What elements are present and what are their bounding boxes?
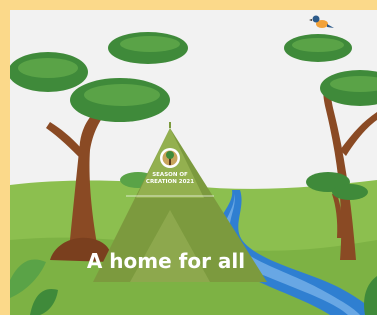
badge-line2: CREATION 2021 — [146, 179, 194, 185]
season-of-creation-illustration: SEASON OF CREATION 2021 A home for all — [10, 10, 377, 315]
left-tree-canopy-3-highlight — [120, 36, 180, 52]
tree-emblem-trunk — [169, 158, 171, 165]
page-frame: SEASON OF CREATION 2021 A home for all — [0, 0, 377, 315]
right-tree-canopy-1-highlight — [292, 38, 344, 52]
headline: A home for all — [87, 249, 245, 273]
left-tree-canopy-1-highlight — [18, 58, 78, 78]
bird-head — [312, 15, 320, 23]
small-right-tree-canopy-2 — [332, 184, 368, 200]
tree-emblem-canopy — [166, 151, 174, 159]
left-tree-canopy-2-highlight — [84, 84, 160, 106]
illustration-canvas: SEASON OF CREATION 2021 A home for all — [10, 10, 377, 315]
badge-line1: SEASON OF — [152, 172, 188, 178]
